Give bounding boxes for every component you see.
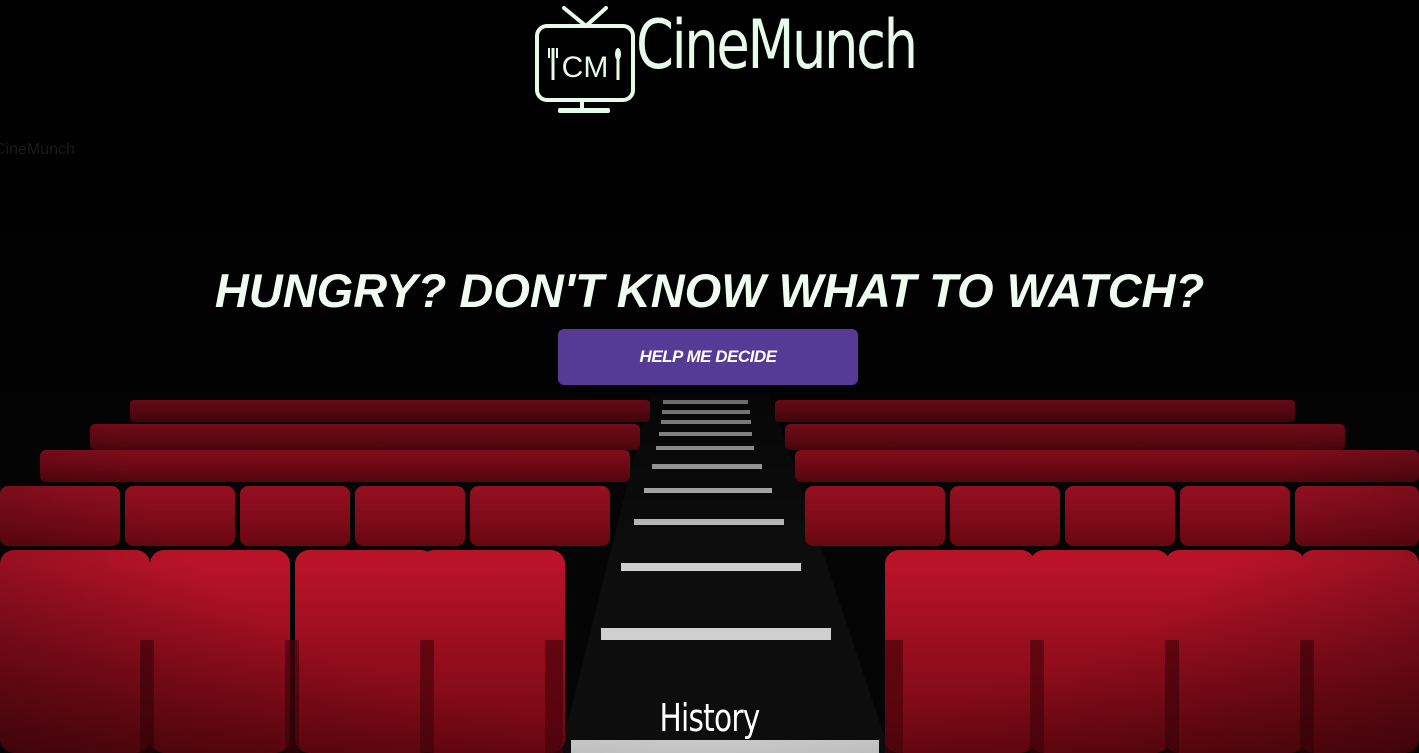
cinemunch-logo[interactable]: CM CineMunch: [534, 4, 918, 116]
logo-alt-text: CineMunch: [0, 141, 75, 158]
history-link[interactable]: History: [156, 696, 1263, 740]
help-me-decide-button[interactable]: HELP ME DECIDE: [558, 329, 858, 385]
logo-badge-text: CM: [562, 51, 609, 84]
page: CM CineMunch CineMunch HUNGRY? DON'T KNO…: [0, 0, 1419, 753]
tv-logo-icon: CM: [535, 6, 635, 113]
logo-text: CineMunch: [636, 6, 918, 85]
hero-headline: HUNGRY? DON'T KNOW WHAT TO WATCH?: [214, 264, 1205, 318]
